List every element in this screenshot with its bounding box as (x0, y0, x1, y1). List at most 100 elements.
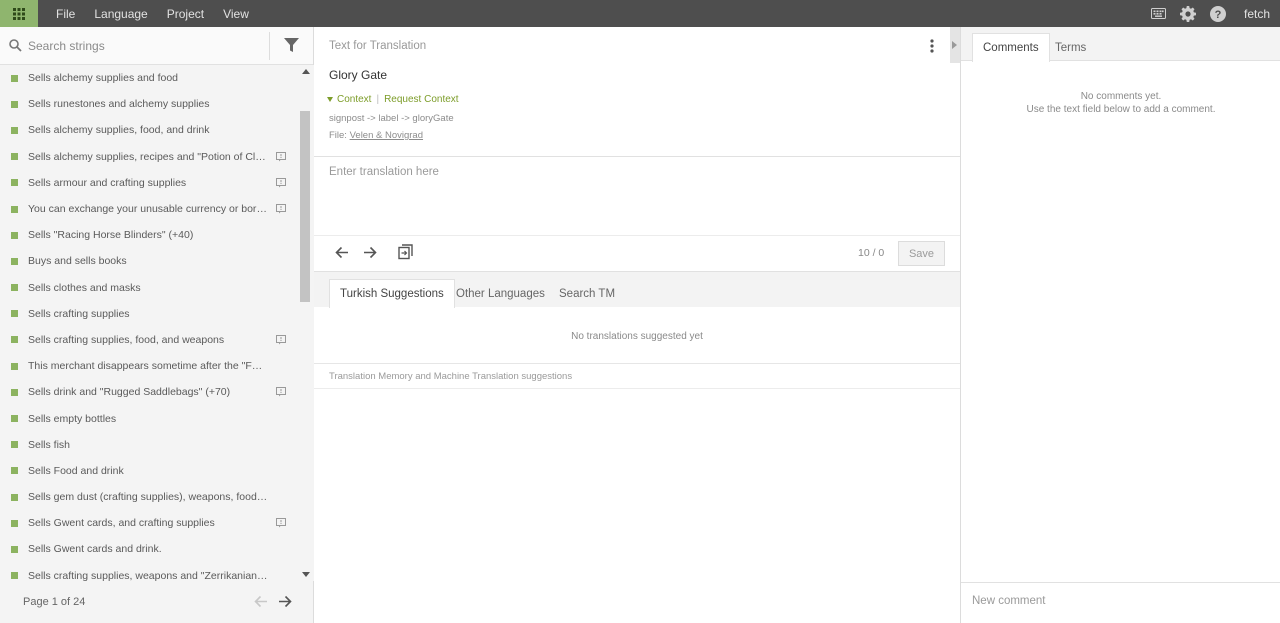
list-item-text: Sells fish (28, 438, 71, 451)
tab-turkish-suggestions[interactable]: Turkish Suggestions (329, 279, 455, 308)
copy-source-icon[interactable] (398, 244, 414, 260)
context-row: Context | Request Context (327, 94, 459, 105)
previous-string-arrow-icon[interactable] (335, 246, 349, 259)
status-dot (11, 388, 18, 396)
list-item-text: Sells crafting supplies (28, 307, 130, 320)
list-item-text: Sells armour and crafting supplies (28, 176, 187, 189)
strings-panel: Sells alchemy supplies and food Sells ru… (0, 27, 320, 623)
context-toggle[interactable]: Context (337, 94, 371, 105)
list-item-text: Sells Food and drink (28, 464, 124, 477)
list-item[interactable]: Sells Gwent cards and drink. (0, 536, 298, 562)
list-item-text: Sells crafting supplies, weapons and "Ze… (28, 569, 268, 581)
list-item[interactable]: Sells crafting supplies, food, and weapo… (0, 327, 298, 353)
list-item[interactable]: Sells fish (0, 432, 298, 458)
menu-view[interactable]: View (223, 7, 249, 21)
more-options-icon[interactable] (930, 39, 934, 53)
no-comments-hint: Use the text field below to add a commen… (1026, 104, 1216, 115)
divider: | (376, 94, 380, 105)
divider (269, 32, 270, 60)
list-item[interactable]: Sells runestones and alchemy supplies (0, 91, 298, 117)
list-scrollbar[interactable] (298, 65, 314, 581)
save-button[interactable]: Save (898, 241, 945, 266)
comment-icon (276, 334, 286, 345)
list-item-text: Sells gem dust (crafting supplies), weap… (28, 491, 268, 504)
status-dot (11, 310, 18, 318)
search-input[interactable] (28, 38, 258, 53)
new-comment-input[interactable] (972, 595, 1272, 607)
character-counter: 10 / 0 (858, 247, 885, 259)
request-context-link[interactable]: Request Context (384, 94, 459, 105)
next-string-arrow-icon[interactable] (363, 246, 377, 259)
status-dot (11, 467, 18, 475)
scroll-up-arrow-icon[interactable] (302, 69, 310, 74)
list-item-text: Sells runestones and alchemy supplies (28, 98, 210, 111)
tab-search-tm[interactable]: Search TM (549, 279, 625, 308)
scroll-thumb[interactable] (300, 111, 310, 302)
prev-page-arrow-icon[interactable] (254, 595, 268, 608)
list-item[interactable]: This merchant disappears sometime after … (0, 353, 298, 379)
list-item-text: Sells alchemy supplies, food, and drink (28, 124, 210, 137)
no-comments-message: No comments yet. Use the text field belo… (961, 90, 1280, 116)
list-item[interactable]: Sells crafting supplies (0, 301, 298, 327)
editor-panel: Text for Translation Glory Gate Context … (314, 27, 960, 623)
list-item-text: Sells clothes and masks (28, 281, 141, 294)
user-name[interactable]: fetch (1244, 7, 1270, 21)
next-page-arrow-icon[interactable] (278, 595, 292, 608)
collapse-right-panel-icon[interactable] (952, 41, 957, 49)
status-dot (11, 153, 18, 161)
strings-list: Sells alchemy supplies and food Sells ru… (0, 65, 298, 581)
translation-input[interactable] (329, 166, 929, 226)
list-item-text: Sells drink and "Rugged Saddlebags" (+70… (28, 386, 231, 399)
list-item-text: Sells crafting supplies, food, and weapo… (28, 333, 225, 346)
list-item[interactable]: Sells "Racing Horse Blinders" (+40) (0, 222, 298, 248)
list-item-text: Sells empty bottles (28, 412, 117, 425)
gear-icon[interactable] (1179, 5, 1196, 22)
file-row: File: Velen & Novigrad (329, 130, 423, 141)
list-item[interactable]: Sells Food and drink (0, 458, 298, 484)
list-item[interactable]: Sells armour and crafting supplies (0, 170, 298, 196)
source-text: Glory Gate (329, 68, 388, 82)
tab-comments[interactable]: Comments (972, 33, 1050, 62)
keyboard-icon[interactable] (1150, 8, 1166, 19)
list-item[interactable]: Buys and sells books (0, 248, 298, 274)
context-toggle-icon[interactable] (327, 97, 333, 102)
comments-tabs: Comments Terms (961, 27, 1280, 62)
status-dot (11, 257, 18, 265)
menu-language[interactable]: Language (94, 7, 147, 21)
comment-icon (276, 387, 286, 397)
status-dot (11, 179, 18, 187)
status-dot (11, 441, 18, 449)
help-icon[interactable]: ? (1209, 5, 1226, 22)
no-comments-line: No comments yet. (1080, 91, 1162, 102)
list-item[interactable]: Sells gem dust (crafting supplies), weap… (0, 484, 298, 510)
list-item[interactable]: You can exchange your unusable currency … (0, 196, 298, 222)
filter-icon[interactable] (284, 38, 299, 53)
search-bar (0, 27, 313, 65)
list-item[interactable]: Sells clothes and masks (0, 275, 298, 301)
status-dot (11, 231, 18, 239)
comment-box (961, 582, 1280, 623)
menu-project[interactable]: Project (167, 7, 204, 21)
menu-file[interactable]: File (56, 7, 75, 21)
tab-other-languages[interactable]: Other Languages (446, 279, 555, 308)
comment-icon (276, 151, 286, 162)
status-dot (11, 284, 18, 292)
list-item[interactable]: Sells drink and "Rugged Saddlebags" (+70… (0, 379, 298, 405)
tab-terms[interactable]: Terms (1045, 33, 1096, 62)
list-item[interactable]: Sells alchemy supplies and food (0, 65, 298, 91)
file-link[interactable]: Velen & Novigrad (350, 130, 423, 141)
list-item[interactable]: Sells alchemy supplies, recipes and "Pot… (0, 144, 298, 170)
list-item[interactable]: Sells alchemy supplies, food, and drink (0, 117, 298, 143)
apps-grid-button[interactable] (0, 0, 38, 27)
divider (314, 235, 960, 236)
list-item[interactable]: Sells empty bottles (0, 405, 298, 431)
scroll-down-arrow-icon[interactable] (302, 572, 310, 577)
divider (314, 388, 960, 389)
list-item[interactable]: Sells crafting supplies, weapons and "Ze… (0, 563, 298, 581)
svg-text:?: ? (1215, 9, 1222, 21)
list-item-text: Sells "Racing Horse Blinders" (+40) (28, 229, 194, 242)
grid-icon (13, 7, 25, 20)
source-label: Text for Translation (329, 40, 427, 52)
list-item[interactable]: Sells Gwent cards, and crafting supplies (0, 510, 298, 536)
list-item-text: This merchant disappears sometime after … (28, 360, 268, 373)
